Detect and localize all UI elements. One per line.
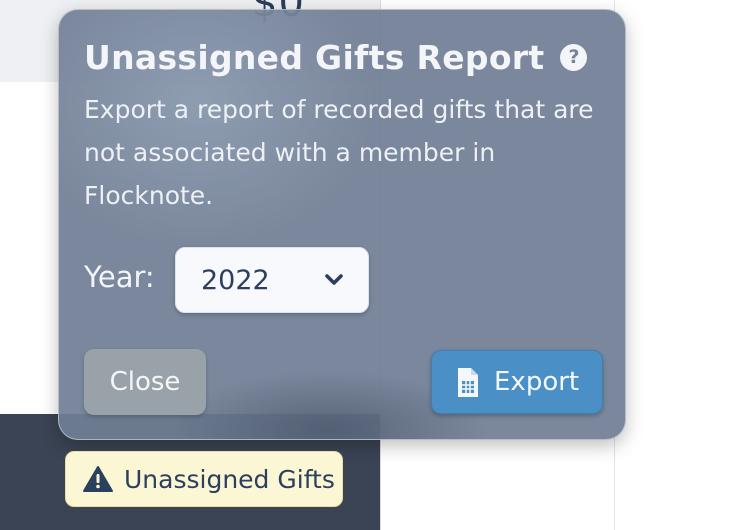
popover-title-row: Unassigned Gifts Report ? — [84, 38, 588, 77]
export-button[interactable]: Export — [431, 350, 603, 414]
chevron-down-icon — [325, 274, 343, 285]
unassigned-gifts-report-popover: Unassigned Gifts Report ? Export a repor… — [58, 9, 626, 440]
spreadsheet-file-icon — [458, 367, 478, 397]
close-button[interactable]: Close — [84, 349, 206, 415]
close-button-label: Close — [109, 367, 181, 397]
year-label: Year: — [84, 260, 155, 294]
export-button-label: Export — [494, 367, 580, 397]
warning-triangle-icon — [83, 466, 113, 492]
year-select-value: 2022 — [201, 264, 270, 296]
popover-description: Export a report of recorded gifts that a… — [84, 95, 594, 210]
year-select[interactable]: 2022 — [175, 247, 369, 313]
unassigned-gifts-badge-label: Unassigned Gifts — [124, 464, 335, 494]
question-circle-icon[interactable]: ? — [560, 44, 588, 71]
popover-title: Unassigned Gifts Report — [84, 38, 545, 77]
unassigned-gifts-badge[interactable]: Unassigned Gifts — [65, 451, 343, 507]
